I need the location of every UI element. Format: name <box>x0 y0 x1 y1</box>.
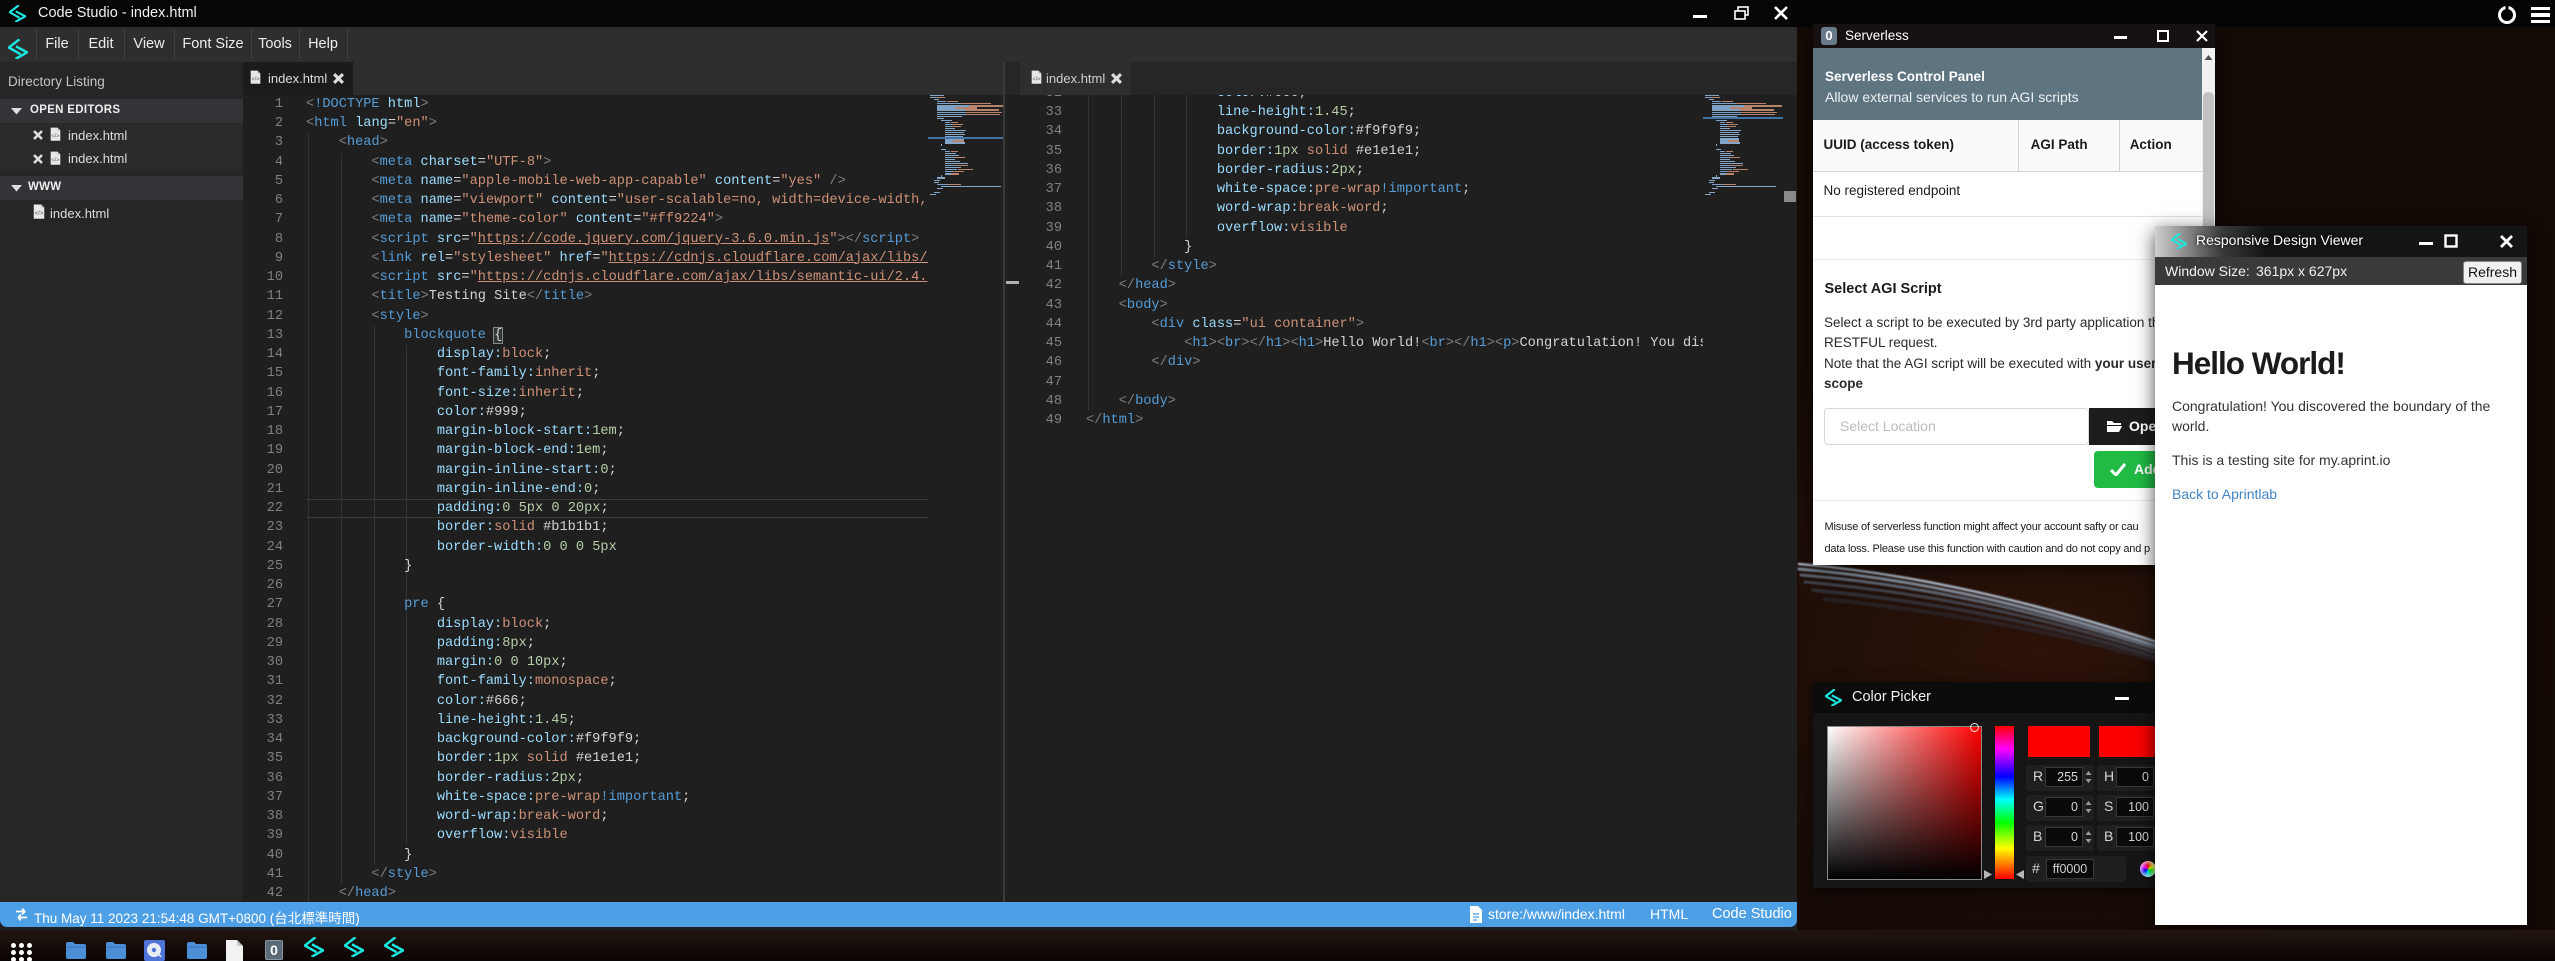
svg-text:</>: </> <box>52 133 60 139</box>
svg-text:</>: </> <box>35 211 44 217</box>
svg-text:</>: </> <box>1033 76 1041 82</box>
svg-text:</>: </> <box>52 157 60 163</box>
svg-text:</>: </> <box>252 76 260 82</box>
